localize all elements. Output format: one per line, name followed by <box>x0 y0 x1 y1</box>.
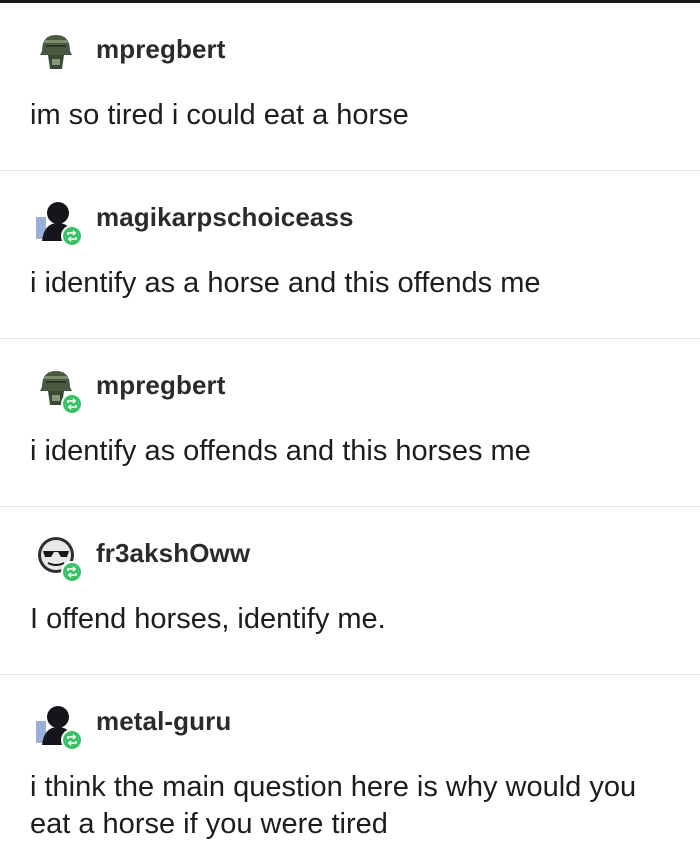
avatar[interactable] <box>34 29 84 79</box>
post: metal-guru i think the main question her… <box>0 675 700 843</box>
username[interactable]: fr3akshOww <box>96 538 250 569</box>
username[interactable]: metal-guru <box>96 706 231 737</box>
avatar[interactable] <box>34 197 84 247</box>
avatar[interactable] <box>34 533 84 583</box>
post: mpregbert i identify as offends and this… <box>0 339 700 507</box>
username[interactable]: mpregbert <box>96 34 225 65</box>
reblog-icon <box>61 729 83 751</box>
post: fr3akshOww I offend horses, identify me. <box>0 507 700 675</box>
post-text: im so tired i could eat a horse <box>30 99 409 131</box>
post-text: i think the main question here is why wo… <box>30 771 637 840</box>
avatar[interactable] <box>34 365 84 415</box>
post-text: I offend horses, identify me. <box>30 603 386 635</box>
username[interactable]: magikarpschoiceass <box>96 202 354 233</box>
post: magikarpschoiceass i identify as a horse… <box>0 171 700 339</box>
reblog-icon <box>61 561 83 583</box>
reblog-thread: mpregbert im so tired i could eat a hors… <box>0 3 700 843</box>
reblog-icon <box>61 225 83 247</box>
avatar[interactable] <box>34 701 84 751</box>
reblog-icon <box>61 393 83 415</box>
username[interactable]: mpregbert <box>96 370 225 401</box>
post: mpregbert im so tired i could eat a hors… <box>0 3 700 171</box>
helmet-avatar-icon <box>34 29 78 73</box>
post-text: i identify as a horse and this offends m… <box>30 267 541 299</box>
post-text: i identify as offends and this horses me <box>30 435 531 467</box>
